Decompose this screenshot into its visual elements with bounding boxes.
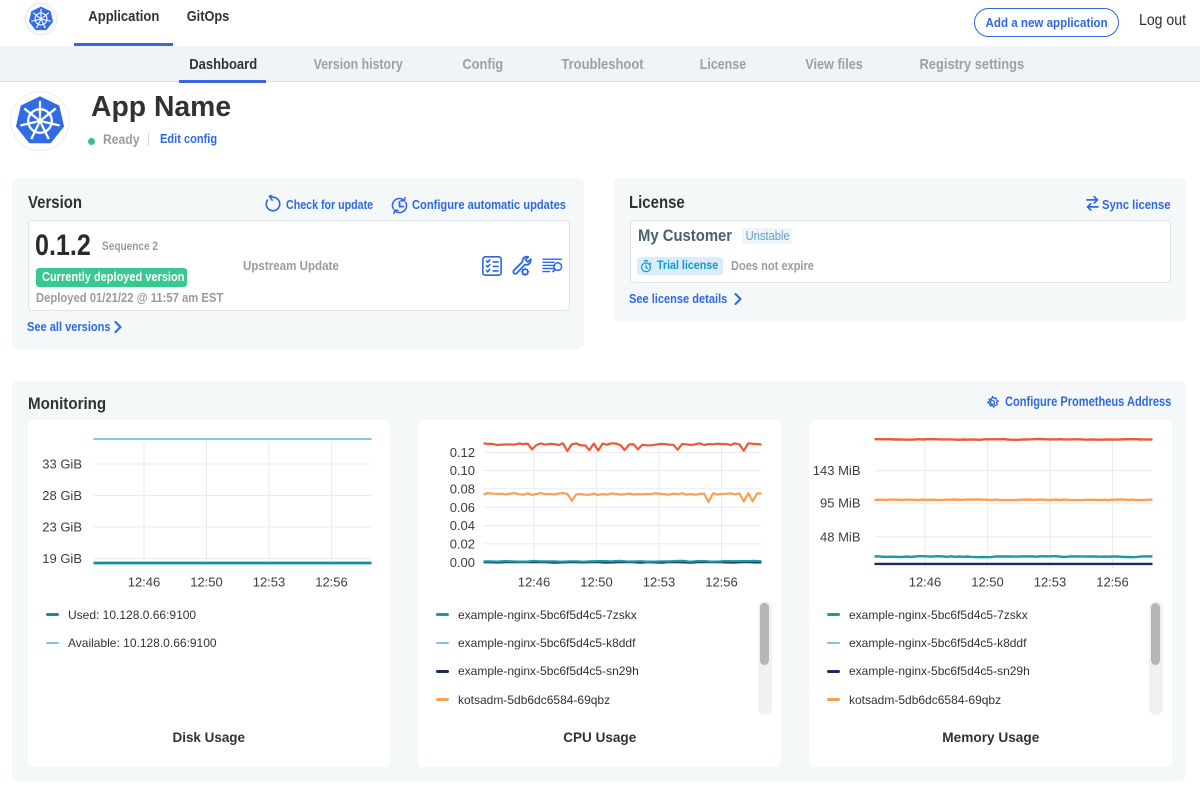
svg-text:12:50: 12:50 xyxy=(971,574,1004,589)
svg-text:143 MiB: 143 MiB xyxy=(813,463,861,478)
svg-text:12:53: 12:53 xyxy=(643,574,676,589)
svg-text:0.12: 0.12 xyxy=(450,445,475,460)
svg-text:33 GiB: 33 GiB xyxy=(42,456,82,471)
svg-text:12:56: 12:56 xyxy=(315,574,348,589)
svg-text:12:56: 12:56 xyxy=(705,574,738,589)
svg-text:12:46: 12:46 xyxy=(518,574,551,589)
svg-text:95 MiB: 95 MiB xyxy=(820,495,860,510)
svg-text:0.02: 0.02 xyxy=(450,536,475,551)
svg-text:12:46: 12:46 xyxy=(128,574,161,589)
svg-text:23 GiB: 23 GiB xyxy=(42,519,82,534)
svg-text:12:50: 12:50 xyxy=(190,574,223,589)
svg-text:12:56: 12:56 xyxy=(1096,574,1129,589)
svg-text:0.08: 0.08 xyxy=(450,481,475,496)
svg-text:12:53: 12:53 xyxy=(1034,574,1067,589)
svg-text:28 GiB: 28 GiB xyxy=(42,488,82,503)
svg-text:48 MiB: 48 MiB xyxy=(820,529,860,544)
svg-text:0.06: 0.06 xyxy=(450,499,475,514)
svg-text:12:50: 12:50 xyxy=(580,574,613,589)
svg-text:0.00: 0.00 xyxy=(450,554,475,569)
svg-text:12:53: 12:53 xyxy=(253,574,286,589)
svg-text:0.04: 0.04 xyxy=(450,518,475,533)
svg-text:19 GiB: 19 GiB xyxy=(42,551,82,566)
svg-text:12:46: 12:46 xyxy=(909,574,942,589)
svg-text:0.10: 0.10 xyxy=(450,463,475,478)
